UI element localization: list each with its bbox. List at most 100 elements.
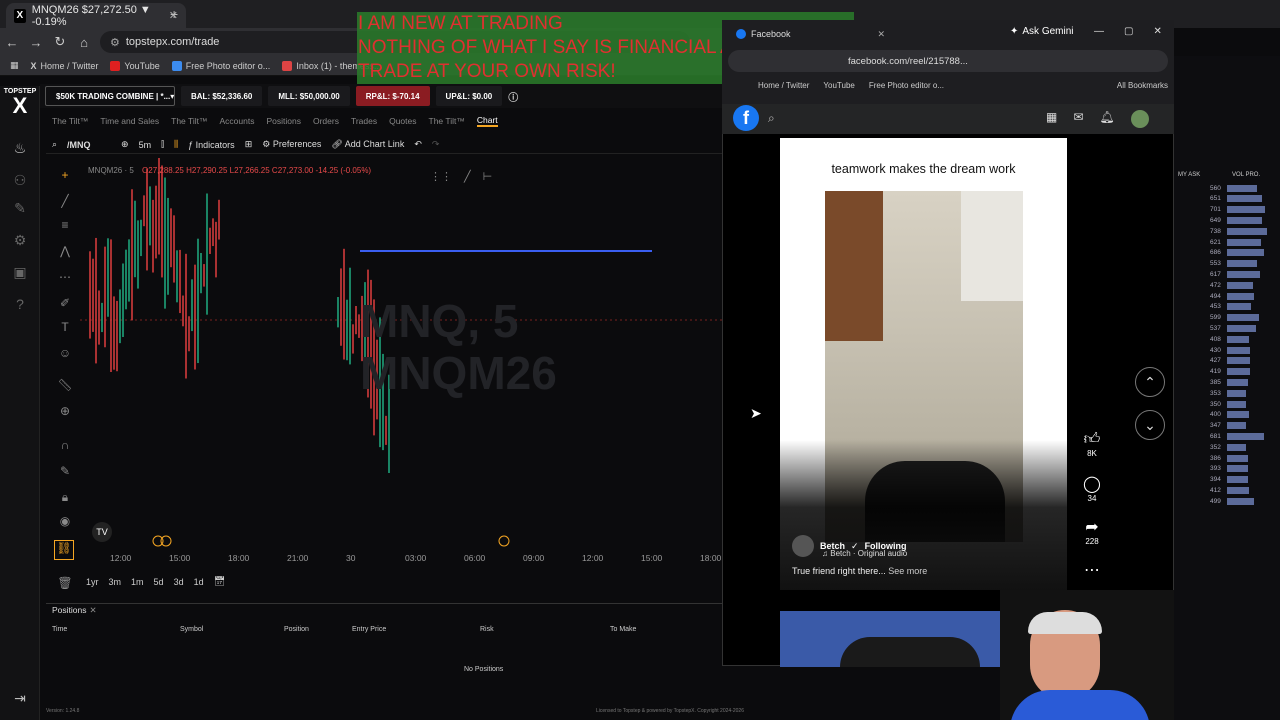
all-bookmarks[interactable]: All Bookmarks <box>1117 81 1168 90</box>
zoom-icon[interactable]: ⊕ <box>56 404 74 422</box>
settings-icon[interactable]: ⚙ <box>10 232 30 252</box>
trash-icon[interactable]: 🗑︎ <box>56 576 74 594</box>
facebook-logo-icon[interactable]: f <box>733 105 759 131</box>
fb-search-icon[interactable]: ⌕ <box>768 111 775 126</box>
tab-chart[interactable]: Chart <box>476 115 498 127</box>
comment-button[interactable]: ◯ 34 <box>1080 474 1104 503</box>
preferences-button[interactable]: ⚙ Preferences <box>262 139 321 150</box>
fb-bookmark-youtube[interactable]: YouTube <box>823 81 854 90</box>
site-info-icon[interactable]: ⚙ <box>110 36 120 49</box>
emoji-icon[interactable]: ☺ <box>56 346 74 364</box>
tab-accounts[interactable]: Accounts <box>220 116 255 126</box>
facebook-tab[interactable]: Facebook ✕ <box>730 24 885 44</box>
dom-row[interactable]: 427 <box>1210 357 1280 365</box>
dom-row[interactable]: 400 <box>1210 411 1280 419</box>
tab-orders[interactable]: Orders <box>313 116 339 126</box>
candle-type-icon[interactable]: ⫼ <box>174 139 178 150</box>
share-button[interactable]: ➦ 228 <box>1080 517 1104 546</box>
crosshair-icon[interactable]: + <box>56 168 74 186</box>
tradingview-icon[interactable]: ▣ <box>10 264 30 284</box>
ask-gemini-button[interactable]: ✦ Ask Gemini <box>1010 26 1074 37</box>
dom-row[interactable]: 499 <box>1210 497 1280 505</box>
range-5d[interactable]: 5d <box>154 577 164 587</box>
lock-icon[interactable]: 🔒︎ <box>56 490 74 508</box>
tab-tilt-2[interactable]: The Tilt™ <box>171 116 207 126</box>
info-icon[interactable]: ⓘ <box>508 89 518 104</box>
trendline-icon[interactable]: ╱ <box>56 194 74 212</box>
apps-icon[interactable]: ▦ <box>10 60 19 71</box>
ruler-icon[interactable]: 📏︎ <box>56 378 74 396</box>
line-tool-icon[interactable]: ╱ <box>464 170 471 183</box>
dom-row[interactable]: 537 <box>1210 324 1280 332</box>
undo-icon[interactable]: ↶ <box>414 139 422 150</box>
dom-row[interactable]: 472 <box>1210 281 1280 289</box>
close-fb-tab-icon[interactable]: ✕ <box>877 29 885 40</box>
tools-icon[interactable]: ✎ <box>10 200 30 220</box>
next-reel-button[interactable]: ⌄ <box>1135 410 1165 440</box>
fb-bookmark-photo[interactable]: Free Photo editor o... <box>869 81 944 90</box>
dom-row[interactable]: 394 <box>1210 476 1280 484</box>
dom-row[interactable]: 352 <box>1210 443 1280 451</box>
back-icon[interactable]: ← <box>0 35 24 50</box>
users-icon[interactable]: ⚇ <box>10 172 30 192</box>
symbol-input[interactable]: /MNQ <box>67 140 111 150</box>
dom-row[interactable]: 560 <box>1210 184 1280 192</box>
dom-row[interactable]: 599 <box>1210 314 1280 322</box>
like-button[interactable]: 👍︎ 8K <box>1080 430 1104 458</box>
drag-handle-icon[interactable]: ⋮⋮ <box>430 170 452 183</box>
layout-icon[interactable]: ⊞ <box>245 139 253 150</box>
date-range-icon[interactable]: 📅︎ <box>214 576 225 587</box>
dom-row[interactable]: 386 <box>1210 454 1280 462</box>
dom-row[interactable]: 347 <box>1210 422 1280 430</box>
link-tool-icon[interactable]: ⛓ <box>54 540 74 560</box>
trade-icon[interactable]: ♨ <box>10 140 30 160</box>
positions-title[interactable]: Positions ✕ <box>52 605 97 616</box>
dom-row[interactable]: 738 <box>1210 227 1280 235</box>
measure-icon[interactable]: ⊢ <box>483 170 493 183</box>
tab-quotes[interactable]: Quotes <box>389 116 416 126</box>
dom-row[interactable]: 430 <box>1210 346 1280 354</box>
eye-icon[interactable]: ◉ <box>56 514 74 532</box>
bookmark-twitter[interactable]: X Home / Twitter <box>31 61 99 71</box>
help-icon[interactable]: ? <box>10 296 30 316</box>
dom-row[interactable]: 701 <box>1210 206 1280 214</box>
magnet-icon[interactable]: ∩ <box>56 438 74 456</box>
dom-row[interactable]: 393 <box>1210 465 1280 473</box>
notifications-icon[interactable]: 🔔︎ <box>1099 110 1114 128</box>
more-options-icon[interactable]: ⋯ <box>1080 560 1104 580</box>
text-icon[interactable]: T <box>56 320 74 338</box>
profile-avatar[interactable] <box>1130 110 1149 128</box>
new-tab-button[interactable]: + <box>170 6 178 22</box>
tab-trades[interactable]: Trades <box>351 116 377 126</box>
tab-positions[interactable]: Positions <box>266 116 301 126</box>
bookmark-youtube[interactable]: YouTube <box>110 60 160 71</box>
reload-icon[interactable]: ↻ <box>48 34 72 50</box>
dom-row[interactable]: 553 <box>1210 260 1280 268</box>
indicators-button[interactable]: ƒ Indicators <box>188 140 235 150</box>
dom-row[interactable]: 681 <box>1210 432 1280 440</box>
dom-row[interactable]: 617 <box>1210 270 1280 278</box>
menu-grid-icon[interactable]: ▦ <box>1046 110 1057 128</box>
range-3d[interactable]: 3d <box>174 577 184 587</box>
fib-icon[interactable]: ⋯ <box>56 270 74 288</box>
logout-icon[interactable]: ⇥ <box>10 690 30 710</box>
maximize-icon[interactable]: ▢ <box>1124 26 1133 37</box>
pitchfork-icon[interactable]: ⋀ <box>56 244 74 262</box>
see-more-link[interactable]: See more <box>888 566 927 576</box>
tab-tilt-3[interactable]: The Tilt™ <box>429 116 465 126</box>
dom-row[interactable]: 651 <box>1210 195 1280 203</box>
event-marker[interactable] <box>498 535 510 547</box>
range-1m[interactable]: 1m <box>131 577 144 587</box>
dom-row[interactable]: 453 <box>1210 303 1280 311</box>
facebook-url-input[interactable]: facebook.com/reel/215788... <box>728 50 1168 72</box>
dom-row[interactable]: 686 <box>1210 249 1280 257</box>
bar-style-icon[interactable]: ⫿ <box>161 139 164 150</box>
reel-audio[interactable]: ♫ Betch · Original audio <box>822 549 907 558</box>
close-window-icon[interactable]: ✕ <box>1153 26 1161 37</box>
forward-icon[interactable]: → <box>24 35 48 50</box>
range-1yr[interactable]: 1yr <box>86 577 99 587</box>
messenger-icon[interactable]: ✉ <box>1073 110 1083 128</box>
search-icon[interactable]: ⌕ <box>52 139 57 150</box>
channel-icon[interactable]: ≡ <box>56 218 74 236</box>
tradingview-logo-icon[interactable]: TV <box>92 522 112 542</box>
